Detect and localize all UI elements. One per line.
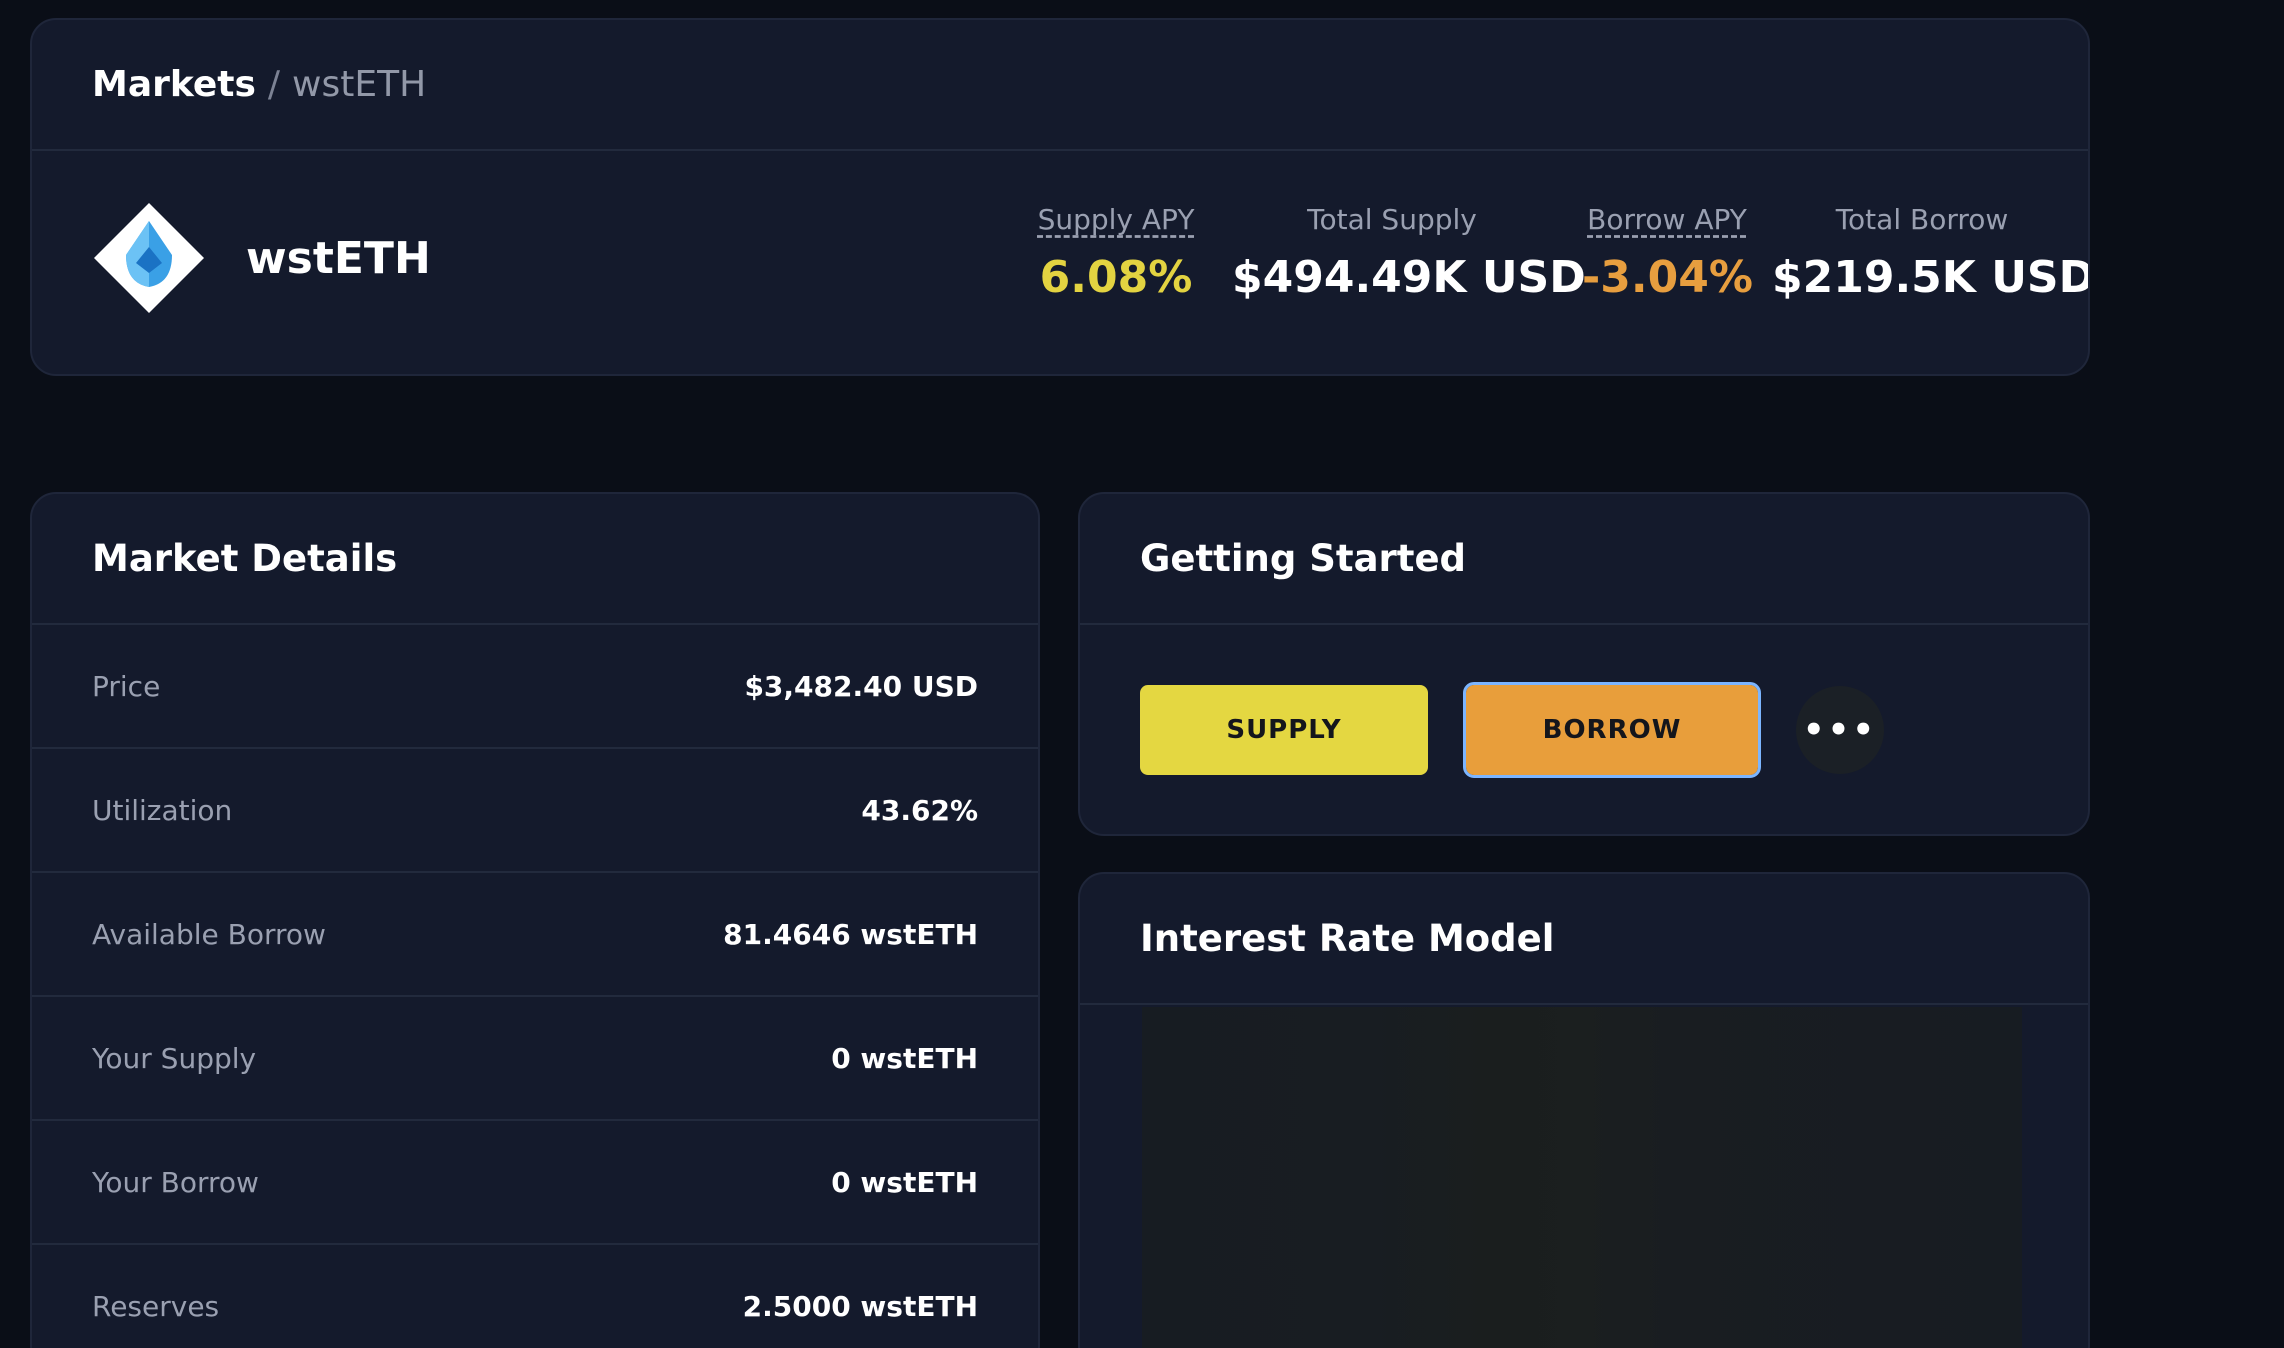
getting-started-card: Getting Started: [1078, 492, 2090, 836]
stat-total-supply: Total Supply $494.49K USD: [1232, 203, 1586, 303]
stat-supply-apy-value: 6.08%: [1039, 252, 1193, 303]
detail-row-utilization: Utilization 43.62%: [32, 749, 1038, 873]
detail-row-reserves: Reserves 2.5000 wstETH: [32, 1245, 1038, 1348]
detail-label: Price: [92, 669, 161, 703]
stat-supply-apy: Supply APY 6.08%: [1036, 203, 1196, 303]
stat-borrow-apy-value: -3.04%: [1582, 252, 1753, 303]
detail-value: $3,482.40 USD: [744, 669, 978, 703]
interest-rate-model-title: Interest Rate Model: [1080, 874, 2088, 1005]
breadcrumb: Markets / wstETH: [32, 20, 2088, 151]
asset-summary: wstETH Supply APY 6.08% Total Supply $49…: [32, 151, 2090, 374]
detail-row-price: Price $3,482.40 USD: [32, 625, 1038, 749]
interest-rate-chart-area[interactable]: [1142, 1007, 2022, 1348]
detail-row-available-borrow: Available Borrow 81.4646 wstETH: [32, 873, 1038, 997]
stat-supply-apy-label[interactable]: Supply APY: [1036, 203, 1196, 236]
stat-total-borrow-value: $219.5K USD: [1772, 252, 2090, 303]
stat-total-supply-label: Total Supply: [1307, 203, 1477, 236]
detail-row-your-supply: Your Supply 0 wstETH: [32, 997, 1038, 1121]
market-details-card: Market Details Price $3,482.40 USD Utili…: [30, 492, 1040, 1348]
stat-borrow-apy-label[interactable]: Borrow APY: [1582, 203, 1752, 236]
market-details-title: Market Details: [32, 494, 1038, 625]
breadcrumb-markets-link[interactable]: Markets: [92, 64, 256, 105]
stat-total-supply-value: $494.49K USD: [1232, 252, 1586, 303]
detail-value: 81.4646 wstETH: [723, 917, 978, 951]
interest-rate-model-card: Interest Rate Model: [1078, 872, 2090, 1348]
detail-label: Available Borrow: [92, 917, 326, 951]
more-dots-icon[interactable]: •••: [1796, 686, 1884, 774]
asset-name: wstETH: [246, 233, 431, 284]
detail-value: 0 wstETH: [831, 1041, 978, 1075]
detail-label: Reserves: [92, 1289, 220, 1323]
page: Markets / wstETH wstETH Supply APY 6.08%…: [0, 0, 2284, 1348]
detail-label: Your Supply: [92, 1041, 257, 1075]
wsteth-diamond-icon: [94, 203, 204, 313]
detail-value: 43.62%: [861, 793, 978, 827]
borrow-button[interactable]: BORROW: [1463, 682, 1761, 778]
getting-started-title: Getting Started: [1080, 494, 2088, 625]
market-header-card: Markets / wstETH wstETH Supply APY 6.08%…: [30, 18, 2090, 376]
breadcrumb-separator: /: [267, 64, 281, 105]
detail-label: Utilization: [92, 793, 233, 827]
supply-button[interactable]: SUPPLY: [1140, 685, 1428, 775]
breadcrumb-current: wstETH: [292, 64, 427, 105]
stat-borrow-apy: Borrow APY -3.04%: [1582, 203, 1753, 303]
stat-total-borrow: Total Borrow $219.5K USD: [1772, 203, 2090, 303]
detail-value: 2.5000 wstETH: [742, 1289, 978, 1323]
detail-value: 0 wstETH: [831, 1165, 978, 1199]
detail-label: Your Borrow: [92, 1165, 259, 1199]
stat-total-borrow-label: Total Borrow: [1835, 203, 2009, 236]
detail-row-your-borrow: Your Borrow 0 wstETH: [32, 1121, 1038, 1245]
